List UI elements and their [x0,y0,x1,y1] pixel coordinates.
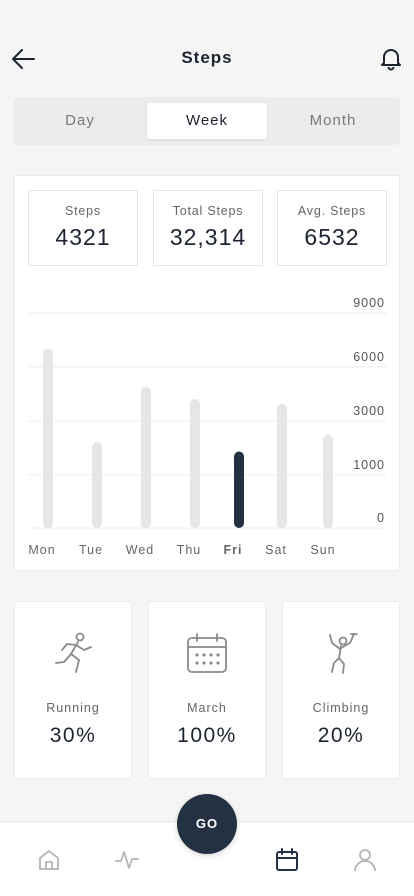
header: Steps [0,0,414,100]
activity-label: Running [46,701,100,715]
calendar-icon[interactable] [274,847,300,873]
x-tick-label: Wed [126,543,154,557]
activity-label: Climbing [312,701,370,715]
bar-wed[interactable] [141,387,151,528]
x-tick-label: Sun [310,543,335,557]
home-icon[interactable] [36,847,62,873]
bar-mon[interactable] [43,348,53,528]
activity-value: 30% [49,724,97,747]
bar-fri[interactable] [234,451,244,528]
period-segmented-control: Day Week Month [14,97,400,145]
y-tick-label: 9000 [353,296,385,310]
bar-sun[interactable] [323,434,333,528]
y-tick-label: 3000 [353,404,385,418]
x-tick-label: Fri [224,543,243,557]
tab-day[interactable]: Day [20,103,140,139]
activity-value: 100% [177,724,237,747]
profile-icon[interactable] [352,847,378,873]
activity-card-climbing[interactable]: Climbing 20% [282,601,400,779]
activity-label: March [187,701,227,715]
bar-thu[interactable] [190,399,200,528]
x-tick-label: Sat [265,543,287,557]
activity-value: 20% [317,724,365,747]
y-tick-label: 1000 [353,458,385,472]
steps-card: Steps 4321 Total Steps 32,314 Avg. Steps… [14,175,400,571]
x-tick-label: Thu [177,543,202,557]
activity-card-running[interactable]: Running 30% [14,601,132,779]
bar-tue[interactable] [92,442,102,528]
x-tick-label: Tue [79,543,103,557]
x-tick-label: Mon [28,543,55,557]
climbing-person-icon [329,633,358,674]
page-title: Steps [181,48,233,67]
weekly-steps-chart: 9000 6000 3000 1000 0 Mon Tue Wed Thu Fri Sat Sun [28,296,387,557]
activity-card-march[interactable]: March 100% [148,601,266,779]
tab-week[interactable]: Week [147,103,267,139]
bell-icon[interactable] [378,45,404,71]
calendar-icon [187,633,227,673]
go-button[interactable]: GO [177,794,237,854]
tab-month[interactable]: Month [273,103,393,139]
activity-icon[interactable] [114,847,140,873]
y-tick-label: 6000 [353,350,385,364]
running-person-icon [55,632,92,673]
bar-sat[interactable] [277,403,287,528]
y-tick-label: 0 [377,511,385,525]
